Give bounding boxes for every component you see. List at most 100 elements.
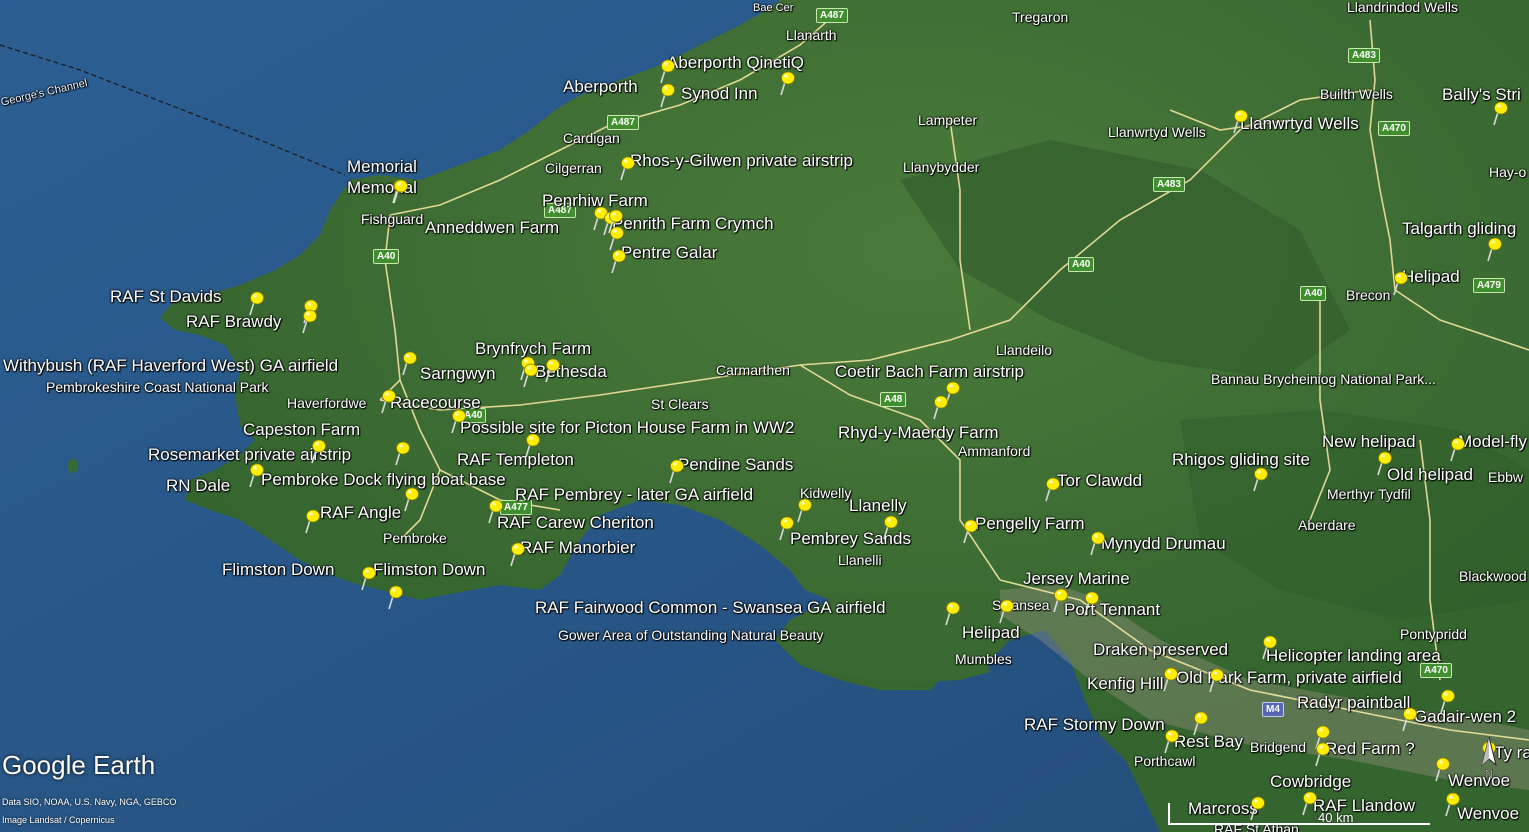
pushpin-icon[interactable] (1079, 590, 1101, 616)
pin-label[interactable]: Flimston Down (373, 561, 485, 578)
pin-label[interactable]: RAF St Davids (110, 288, 221, 305)
pushpin-icon[interactable] (615, 155, 637, 181)
pin-label[interactable]: Llanelly (849, 497, 907, 514)
pushpin-icon[interactable] (306, 438, 328, 464)
pushpin-icon[interactable] (483, 498, 505, 524)
map-view[interactable]: George's Channel Pembrokeshire Coast Nat… (0, 0, 1529, 832)
pushpin-icon[interactable] (1310, 741, 1332, 767)
pushpin-icon[interactable] (775, 70, 797, 96)
pin-label[interactable]: Memorial (347, 158, 417, 175)
pushpin-icon[interactable] (300, 508, 322, 534)
pin-label[interactable]: Flimston Down (222, 561, 334, 578)
pushpin-icon[interactable] (399, 486, 421, 512)
pushpin-icon[interactable] (1158, 666, 1180, 692)
pin-label[interactable]: Rhigos gliding site (1172, 451, 1310, 468)
pin-label[interactable]: Synod Inn (681, 85, 758, 102)
pushpin-icon[interactable] (1435, 688, 1457, 714)
pin-label[interactable]: Jersey Marine (1023, 570, 1130, 587)
pushpin-icon[interactable] (1085, 530, 1107, 556)
pushpin-icon[interactable] (518, 362, 540, 388)
pushpin-icon[interactable] (1228, 108, 1250, 134)
pushpin-icon[interactable] (928, 394, 950, 420)
pin-label[interactable]: Pengelly Farm (975, 515, 1085, 532)
pushpin-icon[interactable] (1159, 728, 1181, 754)
pin-label[interactable]: Rhyd-y-Maerdy Farm (838, 424, 999, 441)
compass-icon[interactable]: N (1474, 735, 1504, 780)
pin-label[interactable]: Mynydd Drumau (1101, 535, 1226, 552)
pushpin-icon[interactable] (1488, 100, 1510, 126)
pushpin-icon[interactable] (1388, 270, 1410, 296)
pin-label[interactable]: Pentre Galar (621, 244, 717, 261)
pushpin-icon[interactable] (540, 357, 562, 383)
pushpin-icon[interactable] (1188, 710, 1210, 736)
pin-label[interactable]: Coetir Bach Farm airstrip (835, 363, 1024, 380)
pushpin-icon[interactable] (940, 600, 962, 626)
pin-label[interactable]: RAF Pembrey - later GA airfield (515, 486, 753, 503)
pin-label[interactable]: Rhos-y-Gilwen private airstrip (630, 152, 853, 169)
pin-label[interactable]: Sarngwyn (420, 365, 496, 382)
pushpin-icon[interactable] (520, 432, 542, 458)
pushpin-icon[interactable] (1248, 466, 1270, 492)
pushpin-icon[interactable] (1372, 450, 1394, 476)
pushpin-icon[interactable] (388, 178, 410, 204)
pushpin-icon[interactable] (1040, 476, 1062, 502)
pin-label[interactable]: Helipad (1402, 268, 1460, 285)
pushpin-icon[interactable] (655, 58, 677, 84)
pin-label[interactable]: Old helipad (1387, 466, 1473, 483)
pushpin-icon[interactable] (356, 565, 378, 591)
pushpin-icon[interactable] (1482, 236, 1504, 262)
pushpin-icon[interactable] (1440, 791, 1462, 817)
pushpin-icon[interactable] (1204, 667, 1226, 693)
pin-label[interactable]: Helipad (962, 624, 1020, 641)
pushpin-icon[interactable] (655, 82, 677, 108)
pin-label[interactable]: Draken preserved (1093, 641, 1228, 658)
pin-label[interactable]: Possible site for Picton House Farm in W… (460, 419, 794, 436)
pushpin-icon[interactable] (664, 458, 686, 484)
pin-label[interactable]: Cowbridge (1270, 773, 1351, 790)
pushpin-icon[interactable] (297, 308, 319, 334)
pin-label[interactable]: RAF Carew Cheriton (497, 514, 654, 531)
pin-label[interactable]: RN Dale (166, 477, 230, 494)
pin-label[interactable]: Gadair-wen 2 (1414, 708, 1516, 725)
pin-label[interactable]: Llanwrtyd Wells (1240, 115, 1359, 132)
pushpin-icon[interactable] (244, 462, 266, 488)
pin-label[interactable]: Aberporth (563, 78, 638, 95)
pushpin-icon[interactable] (397, 350, 419, 376)
pushpin-icon[interactable] (1445, 436, 1467, 462)
pushpin-icon[interactable] (1430, 756, 1452, 782)
pin-label[interactable]: RAF Stormy Down (1024, 716, 1165, 733)
pin-label[interactable]: RAF Fairwood Common - Swansea GA airfiel… (535, 599, 886, 616)
pin-label[interactable]: Model-fly (1458, 433, 1527, 450)
pin-label[interactable]: Withybush (RAF Haverford West) GA airfie… (3, 357, 338, 374)
pushpin-icon[interactable] (1048, 587, 1070, 613)
pushpin-icon[interactable] (774, 515, 796, 541)
pin-label[interactable]: Penrith Farm Crymch (612, 215, 774, 232)
pushpin-icon[interactable] (446, 408, 468, 434)
pushpin-icon[interactable] (376, 388, 398, 414)
pin-label[interactable]: New helipad (1322, 433, 1416, 450)
pushpin-icon[interactable] (878, 514, 900, 540)
pin-label[interactable]: Talgarth gliding (1402, 220, 1516, 237)
pushpin-icon[interactable] (390, 440, 412, 466)
pin-label[interactable]: Helicopter landing area (1266, 647, 1441, 664)
pin-label[interactable]: RAF Angle (320, 504, 401, 521)
pushpin-icon[interactable] (383, 584, 405, 610)
pin-label[interactable]: Tor Clawdd (1057, 472, 1142, 489)
pin-label[interactable]: Red Farm ? (1325, 740, 1415, 757)
pin-label[interactable]: Radyr paintball (1297, 694, 1410, 711)
pushpin-icon[interactable] (244, 290, 266, 316)
pushpin-icon[interactable] (606, 248, 628, 274)
pushpin-icon[interactable] (994, 598, 1016, 624)
pushpin-icon[interactable] (1397, 706, 1419, 732)
pushpin-icon[interactable] (505, 541, 527, 567)
pin-label[interactable]: Capeston Farm (243, 421, 360, 438)
pin-label[interactable]: Wenvoe (1457, 805, 1519, 822)
pin-label[interactable]: RAF Brawdy (186, 313, 281, 330)
pin-label[interactable]: Aberporth QinetiQ (667, 54, 804, 71)
pin-label[interactable]: Pembroke Dock flying boat base (261, 471, 506, 488)
pushpin-icon[interactable] (958, 518, 980, 544)
pin-label[interactable]: Kenfig Hill (1087, 675, 1164, 692)
pin-label[interactable]: Pendine Sands (678, 456, 793, 473)
pushpin-icon[interactable] (1257, 634, 1279, 660)
pin-label[interactable]: RAF Templeton (457, 451, 574, 468)
